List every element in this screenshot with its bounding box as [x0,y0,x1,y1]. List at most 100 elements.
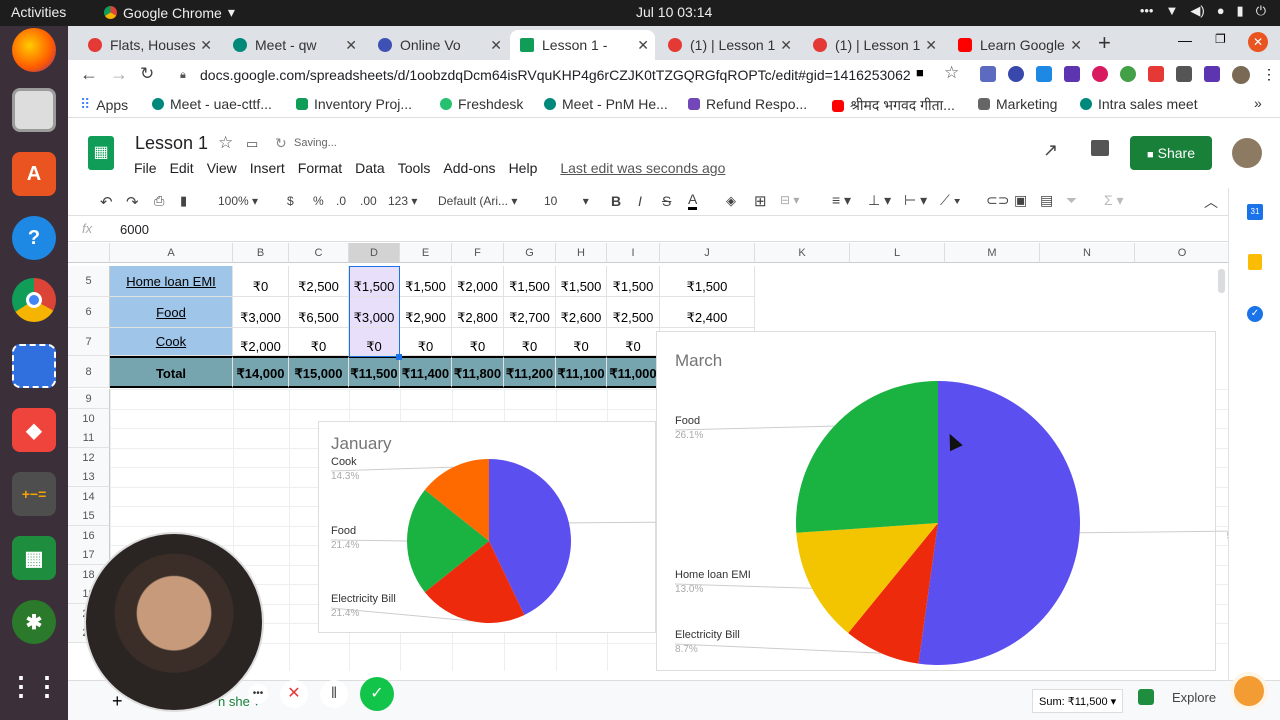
currency-format-button[interactable]: $ [287,194,294,208]
bookmark-inventory[interactable]: Inventory Proj... [296,96,412,112]
tab-online-vo[interactable]: Online Vo ✕ [368,30,508,60]
value-cell[interactable]: ₹3,000 [233,297,289,328]
functions-icon[interactable]: Σ ▾ [1104,192,1124,209]
paint-format-icon[interactable]: ▮ [180,193,187,209]
row-header[interactable]: 16 [68,525,110,546]
value-cell[interactable]: ₹6,500 [289,297,349,328]
row-header[interactable]: 15 [68,506,110,526]
wifi-icon[interactable]: ▼ [1165,3,1178,19]
row-label-cell[interactable]: Total [110,356,233,388]
assistant-bubble-icon[interactable] [1230,672,1268,710]
value-cell[interactable]: ₹1,500 [660,266,755,297]
minimize-icon[interactable]: — [1178,32,1192,48]
url-field[interactable]: 🔒︎ docs.google.com/spreadsheets/d/1oobzd… [168,62,958,88]
value-cell[interactable]: ₹2,500 [289,266,349,297]
star-icon[interactable]: ☆ [218,133,233,153]
maximize-icon[interactable]: ❐ [1215,32,1226,46]
menu-format[interactable]: Format [298,160,342,176]
tab-learn-google[interactable]: Learn Google ✕ [948,30,1088,60]
document-title[interactable]: Lesson 1 [135,133,208,154]
value-cell[interactable]: ₹0 [556,328,607,356]
volume-icon[interactable]: ◀) [1190,3,1204,19]
value-cell[interactable]: ₹0 [349,328,400,356]
column-header-n[interactable]: N [1040,243,1135,263]
last-edit-link[interactable]: Last edit was seconds ago [560,160,725,176]
vertical-align-icon[interactable]: ⊥ ▾ [868,192,891,209]
row-header[interactable]: 7 [68,328,110,356]
undo-icon[interactable]: ↶ [100,193,113,211]
pie-slice-home-loan-emi[interactable] [796,523,938,633]
close-window-icon[interactable]: ✕ [1248,32,1268,52]
recorder-more-icon[interactable]: ••• [248,684,268,704]
tab-lesson-1-a[interactable]: (1) | Lesson 1 ✕ [658,30,798,60]
column-header-f[interactable]: F [452,243,504,263]
value-cell[interactable]: ₹14,000 [233,356,289,388]
menu-file[interactable]: File [134,160,157,176]
decrease-decimal-button[interactable]: .0 [336,194,346,208]
close-tab-icon[interactable]: ✕ [780,37,792,54]
pie-slice-rent[interactable] [918,381,1081,665]
value-cell[interactable]: ₹1,500 [607,266,660,297]
share-button[interactable]: ■ Share [1130,136,1212,170]
calculator-icon[interactable]: +−= [12,472,56,516]
horizontal-align-icon[interactable]: ≡ ▾ [832,192,851,209]
column-header-i[interactable]: I [607,243,660,263]
text-wrap-icon[interactable]: ⊢ ▾ [904,192,927,209]
column-header-j[interactable]: J [660,243,755,263]
bookmark-refund[interactable]: Refund Respo... [688,96,807,112]
row-header[interactable]: 6 [68,297,110,328]
value-cell[interactable]: ₹11,800 [452,356,504,388]
explore-button[interactable]: Explore [1138,689,1216,705]
insert-link-icon[interactable]: ⊂⊃ [986,192,1009,209]
battery-icon[interactable]: ▮ [1237,3,1244,19]
value-cell[interactable]: ₹11,400 [400,356,452,388]
value-cell[interactable]: ₹0 [452,328,504,356]
recorder-pause-icon[interactable]: ‖ [320,680,348,708]
value-cell[interactable]: ₹0 [400,328,452,356]
fill-handle[interactable] [396,354,402,360]
row-label-cell[interactable]: Food [110,297,233,328]
value-cell[interactable]: ₹2,700 [504,297,556,328]
activities-button[interactable]: Activities [11,4,66,20]
account-avatar[interactable] [1232,138,1262,168]
app-menu[interactable]: Google Chrome ▾ [104,4,235,21]
font-size-select[interactable]: 10 ▾ [544,194,589,208]
row-header[interactable]: 9 [68,389,110,409]
value-cell[interactable]: ₹3,000 [349,297,400,328]
extension-1-icon[interactable] [980,66,996,82]
value-cell[interactable]: ₹1,500 [349,266,400,297]
text-color-icon[interactable]: A [688,191,698,210]
value-cell[interactable]: ₹11,200 [504,356,556,388]
column-header-k[interactable]: K [755,243,850,263]
vertical-scrollbar[interactable] [1218,269,1225,293]
pie-slice-food[interactable] [407,489,489,593]
filter-icon[interactable]: ⏷ [1066,192,1077,209]
extension-3-icon[interactable] [1036,66,1052,82]
merge-cells-icon[interactable]: ⊟ ▾ [780,193,799,207]
sum-indicator[interactable]: Sum: ₹11,500 ▾ [1032,689,1124,713]
value-cell[interactable]: ₹2,600 [556,297,607,328]
print-icon[interactable]: ⎙ [154,193,164,209]
firefox-icon[interactable] [12,28,56,72]
forward-icon[interactable]: → [110,64,128,85]
pie-chart-march[interactable]: MarchRent52.2%Electricity Bill8.7%Home l… [656,331,1228,671]
value-cell[interactable]: ₹1,500 [556,266,607,297]
zoom-select[interactable]: 100% ▾ [218,194,258,208]
screenshot-icon[interactable] [12,344,56,388]
column-header-o[interactable]: O [1135,243,1228,263]
gecko-app-icon[interactable]: ✱ [12,600,56,644]
mic-icon[interactable]: ● [1217,3,1225,19]
chrome-menu-icon[interactable]: ⋮ [1262,66,1276,84]
pie-slice-food[interactable] [796,381,938,533]
value-cell[interactable]: ₹2,500 [607,297,660,328]
value-cell[interactable]: ₹0 [504,328,556,356]
pie-slice-electricity-bill[interactable] [424,541,525,623]
close-tab-icon[interactable]: ✕ [637,37,649,54]
spreadsheet-app-icon[interactable]: ▦ [12,536,56,580]
pie-slice-cook[interactable] [424,459,489,541]
bookmark-apps[interactable]: ⠿ Apps [80,96,128,113]
insert-chart-icon[interactable]: ▤ [1040,192,1053,209]
row-header[interactable]: 17 [68,545,110,565]
tab-lesson-1-active[interactable]: Lesson 1 - ✕ [510,30,655,60]
tasks-icon[interactable]: ✓ [1247,306,1263,322]
